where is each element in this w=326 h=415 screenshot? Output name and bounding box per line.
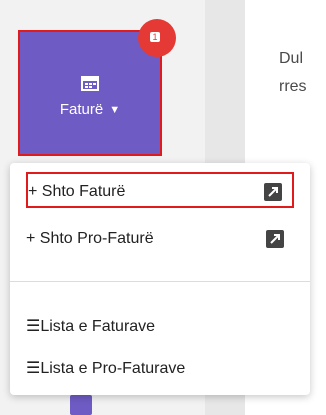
fature-menu-label: Faturë ▼: [20, 101, 160, 118]
caret-down-icon: ▼: [109, 104, 121, 116]
menu-item-shto-pro-fature[interactable]: + Shto Pro-Faturë: [26, 221, 294, 257]
external-link-icon[interactable]: [266, 230, 284, 248]
menu-item-label: ☰Lista e Pro-Faturave: [26, 360, 186, 377]
fature-dropdown-menu: + Shto Faturë + Shto Pro-Faturë ☰Lista e…: [10, 163, 310, 395]
menu-separator: [10, 281, 310, 282]
menu-item-label: ☰Lista e Faturave: [26, 318, 156, 335]
external-link-icon[interactable]: [264, 183, 282, 201]
menu-item-label: + Shto Pro-Faturë: [26, 230, 154, 247]
page-partial-text: Dul rres: [279, 50, 307, 95]
badge-count: 1: [150, 32, 160, 42]
menu-item-shto-fature[interactable]: + Shto Faturë: [26, 172, 294, 208]
notification-badge: 1: [138, 19, 176, 57]
menu-item-lista-e-faturave[interactable]: ☰Lista e Faturave: [26, 309, 294, 345]
fature-label-text: Faturë: [59, 101, 104, 118]
fature-menu-button[interactable]: Faturë ▼: [18, 30, 162, 156]
menu-item-lista-e-pro-faturave[interactable]: ☰Lista e Pro-Faturave: [26, 351, 294, 387]
calendar-icon: [81, 76, 99, 91]
menu-item-label: + Shto Faturë: [28, 183, 126, 200]
next-menu-icon: [70, 395, 92, 415]
